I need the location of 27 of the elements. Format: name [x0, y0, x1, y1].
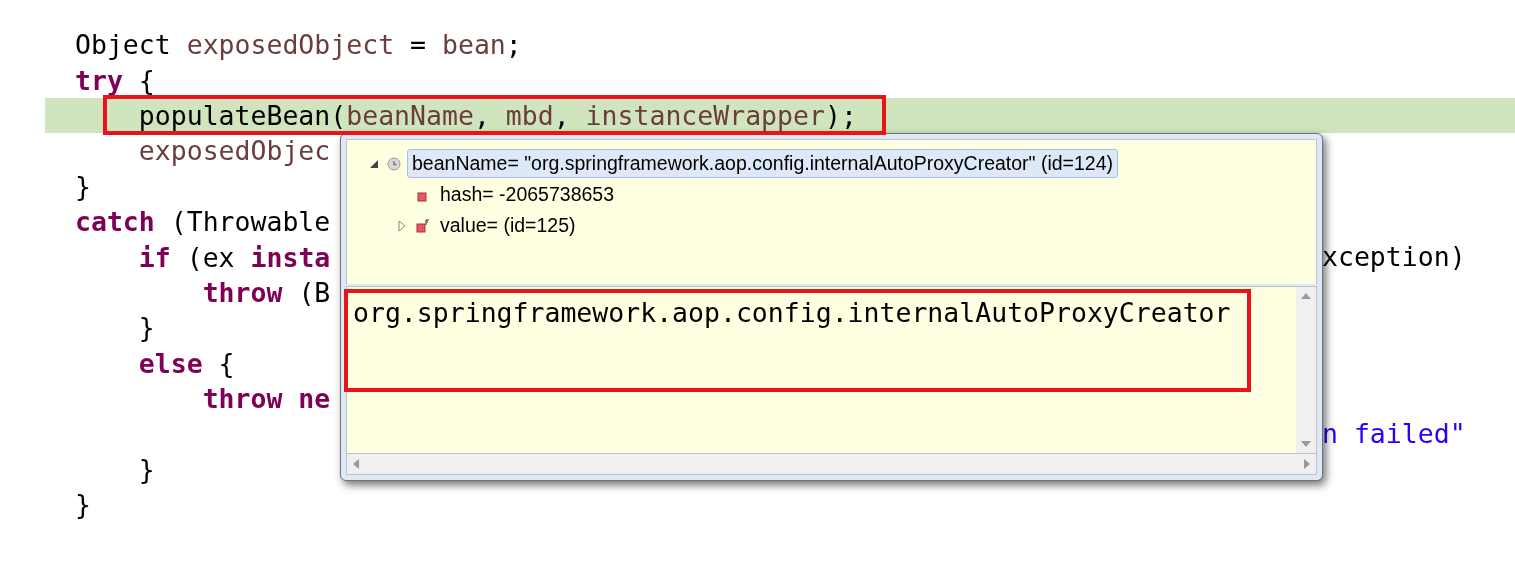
code-line: }: [75, 491, 91, 520]
vertical-scrollbar[interactable]: [1296, 287, 1316, 453]
scroll-up-icon[interactable]: [1301, 293, 1311, 299]
scroll-left-icon[interactable]: [353, 459, 359, 469]
detail-text: org.springframework.aop.config.internalAutoProxyCreator: [353, 297, 1231, 328]
object-icon: [387, 156, 401, 171]
tree-item[interactable]: value= (id=125): [435, 211, 581, 240]
code-line: n failed": [1322, 420, 1466, 448]
code-line: Object exposedObject = bean;: [75, 31, 522, 60]
code-line: try {: [75, 66, 155, 95]
code-line: xception): [1322, 243, 1466, 272]
code-line: exposedObjec: [138, 137, 331, 166]
code-line: if (ex insta: [138, 243, 331, 272]
code-line: populateBean(beanName, mbd, instanceWrapper);: [138, 101, 857, 130]
tree-item[interactable]: beanName= "org.springframework.aop.config.internalAutoProxyCreator" (id=124): [407, 149, 1119, 178]
code-line: throw ne: [202, 385, 331, 414]
code-line: }: [138, 455, 155, 484]
horizontal-scrollbar[interactable]: [346, 454, 1317, 475]
code-line: catch (Throwable: [75, 208, 331, 237]
scroll-down-icon[interactable]: [1301, 441, 1311, 447]
code-line: throw (B: [202, 278, 331, 307]
tree-item[interactable]: hash= -2065738653: [435, 180, 620, 209]
code-line: }: [75, 172, 91, 201]
scroll-right-icon[interactable]: [1304, 459, 1310, 469]
code-line: }: [138, 314, 155, 343]
code-line: else {: [138, 349, 235, 378]
field-icon: [415, 218, 429, 233]
